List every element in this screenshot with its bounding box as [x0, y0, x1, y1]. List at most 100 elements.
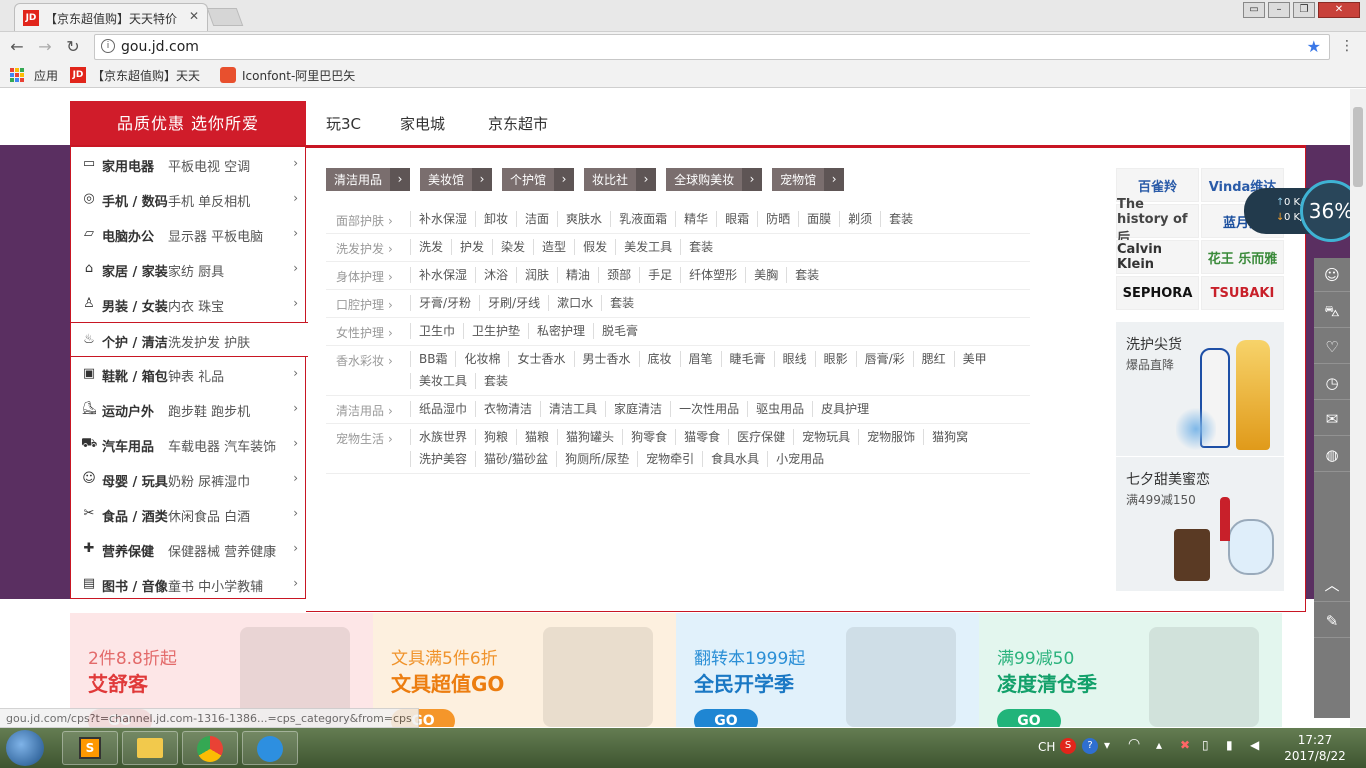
taskbar-app-s[interactable]: S	[62, 731, 118, 765]
banner-go-button[interactable]: GO	[694, 709, 758, 727]
bookmark-apps[interactable]: 应用	[34, 67, 58, 84]
subcategory-link[interactable]: 漱口水	[548, 295, 601, 311]
forward-arrow-icon[interactable]: →	[34, 37, 56, 56]
subcategory-link[interactable]: 手足	[639, 267, 680, 283]
subcategory-link[interactable]: 纸品湿巾	[410, 401, 475, 417]
brand-logo[interactable]: TSUBAKI	[1201, 276, 1284, 310]
channel-chip[interactable]: 宠物馆 ›	[772, 168, 845, 191]
sidebar-item[interactable]: ▭ 家用电器 平板电视 空调 ›	[71, 147, 306, 182]
subcategory-link[interactable]: 牙刷/牙线	[479, 295, 548, 311]
subcategory-link[interactable]: 洁面	[516, 211, 557, 227]
history-icon[interactable]: ◷	[1314, 366, 1350, 400]
sidebar-item[interactable]: ✂ 食品 / 酒类 休闲食品 白酒 ›	[71, 497, 306, 532]
subcategory-link[interactable]: 狗厕所/尿垫	[556, 451, 637, 467]
nav-appliances[interactable]: 家电城	[400, 113, 445, 134]
sidebar-item[interactable]: ▱ 电脑办公 显示器 平板电脑 ›	[71, 217, 306, 252]
subcategory-link[interactable]: 猫砂/猫砂盆	[475, 451, 556, 467]
subcategory-link[interactable]: 小宠用品	[767, 451, 832, 467]
subcategory-link[interactable]: 牙膏/牙粉	[410, 295, 479, 311]
cart-icon[interactable]: ⛍	[1314, 294, 1350, 328]
promo-card-qixi[interactable]: 七夕甜美蜜恋 满499减150	[1116, 457, 1284, 591]
subcategory-link[interactable]: 猫零食	[675, 429, 728, 445]
subcategory-link[interactable]: 狗零食	[622, 429, 675, 445]
subcategory-link[interactable]: 假发	[574, 239, 615, 255]
close-window-button[interactable]: ✕	[1318, 2, 1360, 18]
subcategory-link[interactable]: 颈部	[598, 267, 639, 283]
subcategory-link[interactable]: 狗粮	[475, 429, 516, 445]
subcategory-link[interactable]: 套装	[475, 373, 516, 389]
subcategory-link[interactable]: 防晒	[757, 211, 798, 227]
nav-supermarket[interactable]: 京东超市	[488, 113, 548, 134]
subcategory-link[interactable]: 剃须	[839, 211, 880, 227]
user-icon[interactable]: ☺	[1314, 258, 1350, 292]
tray-arrow-icon[interactable]: ▾	[1104, 738, 1110, 752]
subcategory-link[interactable]: 补水保湿	[410, 211, 475, 227]
subcategory-link[interactable]: 宠物牵引	[637, 451, 702, 467]
subcategory-link[interactable]: 纤体塑形	[680, 267, 745, 283]
subcategory-link[interactable]: 女士香水	[508, 351, 573, 367]
subcategory-link[interactable]: 眼线	[773, 351, 815, 367]
apps-grid-icon[interactable]	[10, 68, 24, 82]
subcategory-link[interactable]: 卫生巾	[410, 323, 463, 339]
subcategory-heading[interactable]: 面部护肤 ›	[332, 212, 393, 229]
subcategory-link[interactable]: 美甲	[953, 351, 995, 367]
subcategory-link[interactable]: 精油	[557, 267, 598, 283]
subcategory-link[interactable]: 底妆	[638, 351, 680, 367]
channel-chip[interactable]: 个护馆 ›	[502, 168, 575, 191]
subcategory-heading[interactable]: 清洁用品 ›	[332, 402, 393, 419]
address-bar[interactable]: i gou.jd.com ★	[94, 34, 1330, 60]
taskbar-chrome[interactable]	[182, 731, 238, 765]
subcategory-link[interactable]: 一次性用品	[670, 401, 747, 417]
wifi-icon[interactable]: ◠	[1128, 736, 1140, 752]
reload-icon[interactable]: ↻	[62, 37, 84, 56]
subcategory-link[interactable]: 眼影	[814, 351, 856, 367]
address-url[interactable]: gou.jd.com	[121, 39, 199, 55]
subcategory-link[interactable]: 补水保湿	[410, 267, 475, 283]
bookmark-star-icon[interactable]: ★	[1307, 37, 1321, 56]
subcategory-link[interactable]: 洗发	[410, 239, 451, 255]
back-arrow-icon[interactable]: ←	[6, 37, 28, 56]
volume-icon[interactable]: ◀	[1250, 738, 1259, 752]
sidebar-item[interactable]: ◎ 手机 / 数码 手机 单反相机 ›	[71, 182, 306, 217]
subcategory-link[interactable]: 眉笔	[679, 351, 721, 367]
subcategory-link[interactable]: 精华	[675, 211, 716, 227]
promo-banner[interactable]: 满99减50 凌度清仓季 GO	[979, 613, 1282, 727]
sidebar-item[interactable]: ▤ 图书 / 音像 童书 中小学教辅 ›	[71, 567, 306, 602]
subcategory-link[interactable]: 猫粮	[516, 429, 557, 445]
subcategory-heading[interactable]: 女性护理 ›	[332, 324, 393, 341]
subcategory-link[interactable]: 驱虫用品	[747, 401, 812, 417]
brand-logo[interactable]: 花王 乐而雅	[1201, 240, 1284, 274]
brand-logo[interactable]: SEPHORA	[1116, 276, 1199, 310]
subcategory-link[interactable]: 皮具护理	[812, 401, 877, 417]
sidebar-item[interactable]: ⌂ 家居 / 家装 家纺 厨具 ›	[71, 252, 306, 287]
sidebar-item[interactable]: ☺ 母婴 / 玩具 奶粉 尿裤湿巾 ›	[71, 462, 306, 497]
subcategory-link[interactable]: 猫狗窝	[923, 429, 976, 445]
brand-logo[interactable]: Calvin Klein	[1116, 240, 1199, 274]
subcategory-link[interactable]: 水族世界	[410, 429, 475, 445]
tab-close-icon[interactable]: ✕	[189, 9, 199, 23]
subcategory-heading[interactable]: 身体护理 ›	[332, 268, 393, 285]
device-icon[interactable]: ▯	[1202, 738, 1209, 752]
subcategory-link[interactable]: 套装	[680, 239, 721, 255]
browser-tab[interactable]: JD 【京东超值购】天天特价 ✕	[14, 3, 208, 31]
subcategory-link[interactable]: 清洁工具	[540, 401, 605, 417]
scrollbar-thumb[interactable]	[1353, 107, 1363, 187]
subcategory-link[interactable]: 沐浴	[475, 267, 516, 283]
subcategory-link[interactable]: 卸妆	[475, 211, 516, 227]
subcategory-link[interactable]: 眼霜	[716, 211, 757, 227]
subcategory-link[interactable]: 卫生护垫	[463, 323, 528, 339]
maximize-button[interactable]: ❐	[1293, 2, 1315, 18]
subcategory-link[interactable]: 男士香水	[573, 351, 639, 367]
subcategory-link[interactable]: 造型	[533, 239, 574, 255]
start-button[interactable]	[6, 730, 44, 766]
sidebar-item[interactable]: ✚ 营养保健 保健器械 营养健康 ›	[71, 532, 306, 567]
subcategory-link[interactable]: 家庭清洁	[605, 401, 670, 417]
input-language[interactable]: CH	[1038, 740, 1055, 754]
network-alert-icon[interactable]: ✖	[1180, 738, 1190, 752]
sidebar-item[interactable]: ▣ 鞋靴 / 箱包 钟表 礼品 ›	[71, 357, 306, 392]
info-icon[interactable]: i	[101, 39, 115, 53]
sidebar-item[interactable]: ♨ 个护 / 清洁 洗发护发 护肤	[71, 322, 308, 357]
brand-logo[interactable]: The history of 后	[1116, 197, 1199, 246]
subcategory-link[interactable]: 美妆工具	[410, 373, 475, 389]
signal-icon[interactable]: ▮	[1226, 738, 1233, 752]
